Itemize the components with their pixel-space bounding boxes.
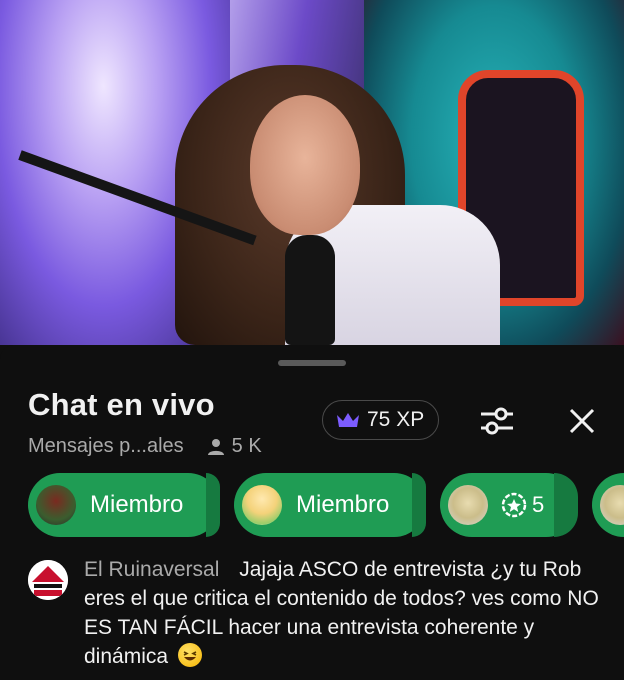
message-body: El Ruinaversal Jajaja ASCO de entrevista…	[84, 555, 608, 671]
live-chat-panel: Chat en vivo Mensajes p...ales 5 K 75 XP	[0, 345, 624, 680]
drag-handle[interactable]	[278, 360, 346, 366]
chat-filter-button[interactable]	[477, 403, 517, 439]
ruinaversal-logo-icon	[28, 560, 68, 600]
chat-message: El Ruinaversal Jajaja ASCO de entrevista…	[28, 555, 608, 671]
live-video-player[interactable]	[0, 0, 624, 345]
flower-avatar	[448, 485, 488, 525]
message-author[interactable]: El Ruinaversal	[84, 558, 219, 581]
pinned-chips-row: Miembro Miembro 5	[28, 473, 624, 537]
streamer-face	[250, 95, 360, 235]
xp-badge[interactable]: 75 XP	[322, 400, 440, 440]
partial-chip[interactable]	[592, 473, 624, 537]
chat-mode-selector[interactable]: Mensajes p...ales 5 K	[28, 435, 262, 458]
chip-progress-fill	[206, 473, 220, 537]
member-chip-1[interactable]: Miembro	[28, 473, 220, 537]
xp-value: 75 XP	[367, 408, 425, 431]
viewer-count-value: 5 K	[231, 435, 262, 457]
badge-chip-count: 5	[532, 492, 545, 517]
chat-mode-label: Mensajes p...ales	[28, 435, 184, 457]
member-avatar	[242, 485, 282, 525]
member-chip-label: Miembro	[90, 491, 184, 518]
chip-progress-fill	[554, 473, 578, 537]
laughing-face-icon	[177, 643, 202, 667]
viewer-count: 5 K	[206, 435, 262, 458]
chip-progress-fill	[412, 473, 426, 537]
flower-avatar	[600, 485, 624, 525]
person-icon	[207, 438, 224, 455]
close-icon	[569, 408, 595, 434]
chat-title: Chat en vivo	[28, 387, 215, 422]
member-chip-label: Miembro	[296, 491, 390, 518]
close-chat-button[interactable]	[562, 403, 602, 439]
microphone	[285, 235, 335, 345]
tune-filter-icon	[481, 407, 513, 435]
author-avatar[interactable]	[28, 560, 68, 600]
badge-icon	[501, 492, 527, 518]
member-chip-2[interactable]: Miembro	[234, 473, 426, 537]
crown-icon	[337, 413, 359, 427]
badge-chip[interactable]: 5	[440, 473, 578, 537]
member-avatar	[36, 485, 76, 525]
